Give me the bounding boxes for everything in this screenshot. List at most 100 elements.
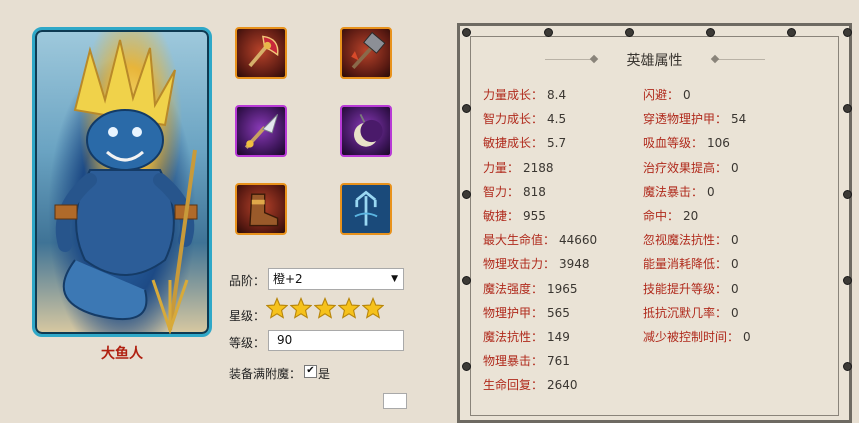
rivet-icon xyxy=(843,190,852,199)
star-rating[interactable] xyxy=(266,297,386,323)
enchant-row: 装备满附魔： xyxy=(229,365,301,382)
attribute-key: 抵抗沉默几率： xyxy=(643,305,728,320)
rivet-icon xyxy=(843,28,852,37)
attribute-value: 0 xyxy=(731,281,739,296)
enchant-yes-label: 是 xyxy=(318,367,331,381)
level-label: 等级： xyxy=(229,336,266,350)
panel-title: 英雄属性 xyxy=(626,53,683,69)
attribute-key: 能量消耗降低： xyxy=(643,257,728,272)
war-hammer-icon xyxy=(351,31,386,70)
attribute-key: 物理护甲： xyxy=(483,305,544,320)
attribute-key: 物理攻击力： xyxy=(483,257,556,272)
attribute-value: 0 xyxy=(683,88,691,102)
blood-axe-icon xyxy=(248,35,279,68)
attribute-value: 0 xyxy=(731,160,739,175)
partial-input[interactable] xyxy=(383,393,407,409)
enchant-checkbox[interactable]: ✔ xyxy=(304,365,317,378)
enchant-label: 装备满附魔： xyxy=(229,367,302,381)
attribute-row: 吸血等级： 106 xyxy=(643,134,730,151)
attribute-key: 最大生命值： xyxy=(483,233,556,248)
attribute-key: 治疗效果提高： xyxy=(643,160,728,175)
equipment-slot-6[interactable] xyxy=(340,183,392,235)
rivet-icon xyxy=(462,362,471,371)
attribute-value: 106 xyxy=(707,136,730,151)
attribute-row: 抵抗沉默几率： 0 xyxy=(643,304,739,321)
hero-portrait xyxy=(32,27,212,337)
spear-tip-icon xyxy=(244,114,279,149)
star-icon[interactable] xyxy=(314,297,336,319)
quality-select[interactable]: 橙+2 ▼ xyxy=(268,268,404,290)
attribute-row: 魔法抗性： 149 xyxy=(483,328,570,345)
attribute-row: 忽视魔法抗性： 0 xyxy=(643,231,739,248)
attribute-key: 穿透物理护甲： xyxy=(643,112,728,127)
attribute-key: 忽视魔法抗性： xyxy=(643,233,728,248)
attribute-row: 敏捷成长： 5.7 xyxy=(483,134,566,151)
attribute-key: 敏捷成长： xyxy=(483,136,544,151)
rivet-icon xyxy=(462,104,471,113)
attribute-row: 智力： 818 xyxy=(483,183,546,200)
attribute-key: 智力成长： xyxy=(483,112,544,127)
rivet-icon xyxy=(843,362,852,371)
star-icon[interactable] xyxy=(338,297,360,319)
attribute-row: 治疗效果提高： 0 xyxy=(643,159,739,176)
quality-value: 橙+2 xyxy=(273,272,303,286)
leather-boots-icon xyxy=(249,193,279,227)
attribute-key: 减少被控制时间： xyxy=(643,330,740,344)
equipment-slot-4[interactable] xyxy=(340,105,392,157)
star-icon[interactable] xyxy=(290,297,312,319)
attribute-key: 命中： xyxy=(643,209,680,223)
attribute-key: 力量： xyxy=(483,160,520,175)
attribute-row: 能量消耗降低： 0 xyxy=(643,255,739,272)
attribute-row: 魔法强度： 1965 xyxy=(483,280,578,297)
attribute-value: 3948 xyxy=(559,257,590,272)
attribute-value: 5.7 xyxy=(547,136,567,151)
attribute-value: 8.4 xyxy=(547,88,567,102)
attribute-key: 物理暴击： xyxy=(483,354,544,369)
attribute-key: 闪避： xyxy=(643,88,680,102)
trident-emblem-icon xyxy=(342,185,390,233)
attribute-row: 智力成长： 4.5 xyxy=(483,110,566,127)
equipment-slot-2[interactable] xyxy=(340,27,392,79)
attribute-row: 最大生命值： 44660 xyxy=(483,231,597,248)
crescent-moon-icon xyxy=(354,113,383,147)
attribute-row: 技能提升等级： 0 xyxy=(643,280,739,297)
attribute-row: 闪避： 0 xyxy=(643,86,691,103)
equipment-slot-1[interactable] xyxy=(235,27,287,79)
rivet-icon xyxy=(462,190,471,199)
attribute-row: 力量成长： 8.4 xyxy=(483,86,566,103)
attribute-value: 0 xyxy=(731,305,739,320)
star-row: 星级： xyxy=(229,307,265,324)
rivet-icon xyxy=(787,28,796,37)
chevron-down-icon: ▼ xyxy=(391,274,398,284)
star-icon[interactable] xyxy=(362,297,384,319)
attribute-row: 物理暴击： 761 xyxy=(483,352,570,369)
attribute-row: 魔法暴击： 0 xyxy=(643,183,715,200)
rivet-icon xyxy=(843,276,852,285)
attribute-row: 穿透物理护甲： 54 xyxy=(643,110,746,127)
attribute-value: 4.5 xyxy=(547,112,567,127)
attribute-value: 2188 xyxy=(523,160,554,175)
attribute-row: 生命回复： 2640 xyxy=(483,376,578,393)
attribute-key: 技能提升等级： xyxy=(643,281,728,296)
attribute-value: 1965 xyxy=(547,281,578,296)
level-input[interactable]: 90 xyxy=(268,330,404,351)
attribute-key: 吸血等级： xyxy=(643,136,704,151)
rivet-icon xyxy=(462,28,471,37)
rivet-icon xyxy=(843,104,852,113)
attribute-value: 44660 xyxy=(559,233,598,248)
star-icon[interactable] xyxy=(266,297,288,319)
attribute-key: 生命回复： xyxy=(483,378,544,393)
attribute-value: 565 xyxy=(547,305,570,320)
attribute-key: 敏捷： xyxy=(483,209,520,223)
attribute-value: 149 xyxy=(547,330,570,344)
attribute-value: 0 xyxy=(707,184,715,199)
rivet-icon xyxy=(544,28,553,37)
attribute-key: 魔法强度： xyxy=(483,281,544,296)
attribute-row: 物理攻击力： 3948 xyxy=(483,255,590,272)
attribute-value: 761 xyxy=(547,354,570,369)
equipment-slot-3[interactable] xyxy=(235,105,287,157)
rivet-icon xyxy=(706,28,715,37)
equipment-slot-5[interactable] xyxy=(235,183,287,235)
attribute-key: 智力： xyxy=(483,184,520,199)
attribute-row: 敏捷： 955 xyxy=(483,207,546,224)
